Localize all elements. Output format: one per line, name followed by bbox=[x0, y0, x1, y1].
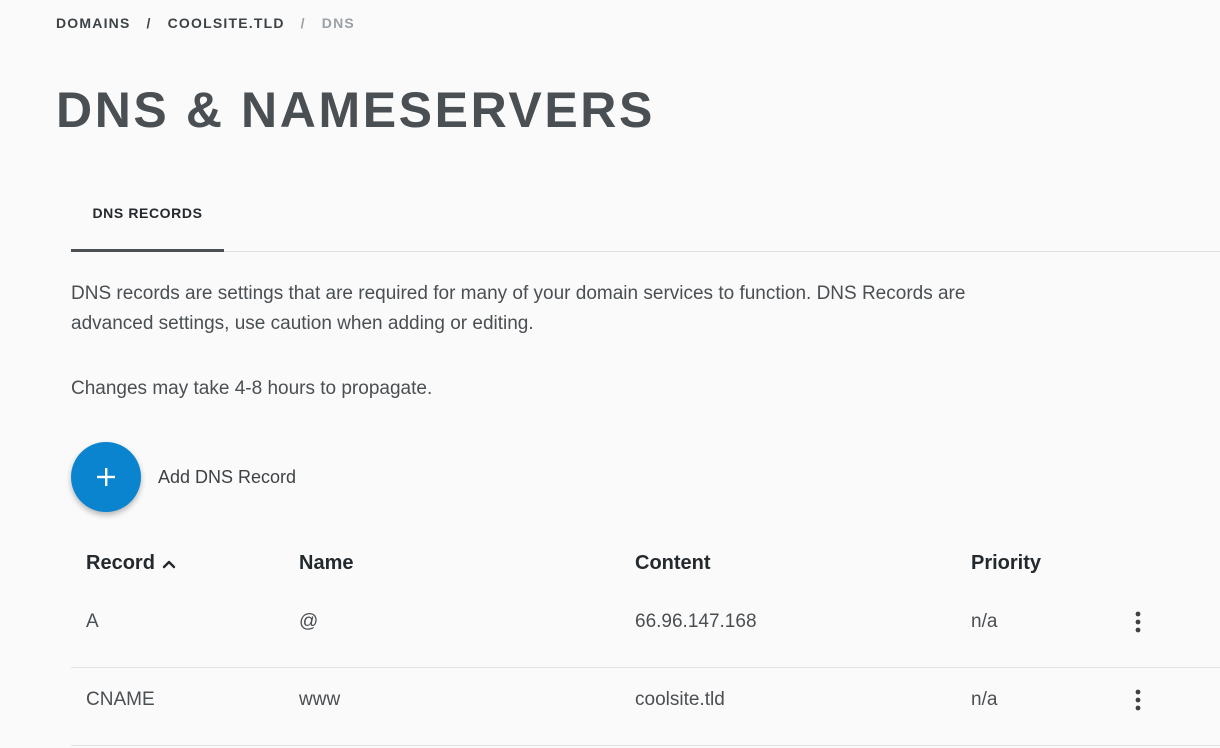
plus-icon bbox=[97, 468, 115, 486]
propagation-note: Changes may take 4-8 hours to propagate. bbox=[71, 378, 433, 399]
table-row: CNAME www coolsite.tld n/a bbox=[71, 682, 1220, 746]
add-dns-record-label[interactable]: Add DNS Record bbox=[158, 467, 296, 488]
cell-priority: n/a bbox=[971, 610, 998, 632]
breadcrumb-domains[interactable]: DOMAINS bbox=[56, 15, 131, 31]
breadcrumb-separator: / bbox=[300, 15, 306, 31]
column-header-label: Record bbox=[86, 552, 155, 574]
row-menu-button[interactable] bbox=[1125, 668, 1151, 731]
row-menu-button[interactable] bbox=[1125, 590, 1151, 653]
page-title: DNS & NAMESERVERS bbox=[56, 82, 655, 138]
cell-name: www bbox=[299, 688, 341, 710]
column-header-content: Content bbox=[635, 552, 711, 574]
table-header: Record Name Content Priority bbox=[71, 540, 1220, 590]
column-header-record[interactable]: Record bbox=[86, 552, 177, 575]
add-dns-record[interactable]: Add DNS Record bbox=[71, 442, 296, 512]
dns-records-table: Record Name Content Priority A @ 66.96.1… bbox=[71, 540, 1220, 746]
more-vertical-icon bbox=[1135, 611, 1141, 632]
cell-record: A bbox=[86, 610, 99, 632]
chevron-up-icon bbox=[162, 560, 176, 568]
cell-name: @ bbox=[299, 610, 319, 632]
breadcrumb-current: DNS bbox=[321, 15, 355, 31]
tab-dns-records[interactable]: DNS RECORDS bbox=[71, 177, 224, 252]
dns-description: DNS records are settings that are requir… bbox=[71, 283, 966, 334]
breadcrumb-domain[interactable]: COOLSITE.TLD bbox=[168, 15, 285, 31]
cell-priority: n/a bbox=[971, 688, 998, 710]
column-header-name: Name bbox=[299, 552, 354, 574]
add-dns-record-button[interactable] bbox=[71, 442, 141, 512]
breadcrumb-separator: / bbox=[146, 15, 152, 31]
breadcrumb: DOMAINS / COOLSITE.TLD / DNS bbox=[56, 15, 355, 31]
table-row: A @ 66.96.147.168 n/a bbox=[71, 604, 1220, 668]
column-header-priority: Priority bbox=[971, 552, 1042, 574]
tab-bar: DNS RECORDS bbox=[71, 177, 1220, 252]
cell-content: coolsite.tld bbox=[635, 688, 725, 710]
more-vertical-icon bbox=[1135, 689, 1141, 710]
cell-content: 66.96.147.168 bbox=[635, 610, 757, 632]
cell-record: CNAME bbox=[86, 688, 155, 710]
